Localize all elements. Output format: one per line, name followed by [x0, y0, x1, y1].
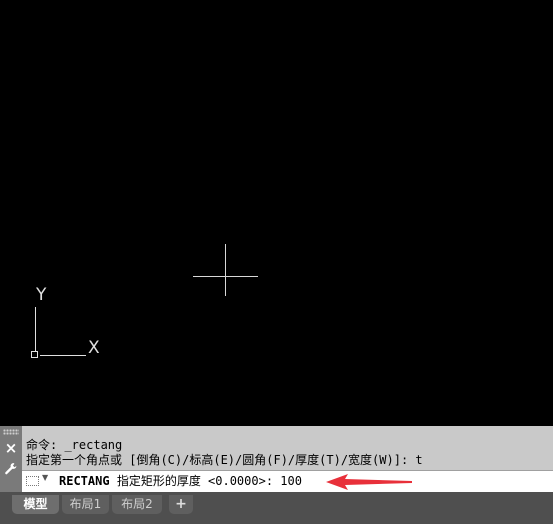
layout-tab-bar: 模型 布局1 布局2 +: [0, 492, 553, 524]
command-input-value[interactable]: 100: [280, 474, 302, 488]
tab-model[interactable]: 模型: [12, 495, 59, 514]
current-command-name: RECTANG: [59, 474, 110, 488]
command-prompt-text: RECTANG 指定矩形的厚度 <0.0000>: 100: [59, 474, 302, 489]
annotation-arrow: [326, 474, 412, 490]
command-history-line: 命令: _rectang: [26, 438, 123, 452]
recent-commands-button[interactable]: ▼: [26, 473, 50, 488]
command-input-field[interactable]: ▼ RECTANG 指定矩形的厚度 <0.0000>: 100: [22, 470, 553, 492]
tab-layout1[interactable]: 布局1: [62, 495, 109, 514]
command-prompt-icon: [26, 476, 39, 486]
close-icon[interactable]: ×: [3, 440, 19, 456]
command-panel-grip[interactable]: ×: [0, 426, 22, 492]
drawing-canvas[interactable]: Y X: [0, 0, 553, 426]
add-layout-button[interactable]: +: [169, 495, 193, 514]
tab-layout2[interactable]: 布局2: [112, 495, 162, 514]
command-history-line: 指定第一个角点或 [倒角(C)/标高(E)/圆角(F)/厚度(T)/宽度(W)]…: [26, 453, 423, 467]
command-prompt-message: 指定矩形的厚度 <0.0000>:: [116, 474, 281, 488]
ucs-x-label: X: [88, 338, 100, 358]
ucs-origin-marker: [31, 351, 38, 358]
command-line-panel: × 命令: _rectang 指定第一个角点或 [倒角(C)/标高(E)/圆角(…: [0, 426, 553, 492]
chevron-down-icon: ▼: [42, 473, 49, 482]
wrench-icon[interactable]: [3, 462, 19, 478]
ucs-y-label: Y: [36, 285, 47, 305]
grip-handle-icon[interactable]: [3, 429, 19, 435]
crosshair-cursor-vertical: [225, 244, 226, 296]
ucs-x-axis: [40, 355, 86, 356]
ucs-y-axis: [35, 307, 36, 351]
